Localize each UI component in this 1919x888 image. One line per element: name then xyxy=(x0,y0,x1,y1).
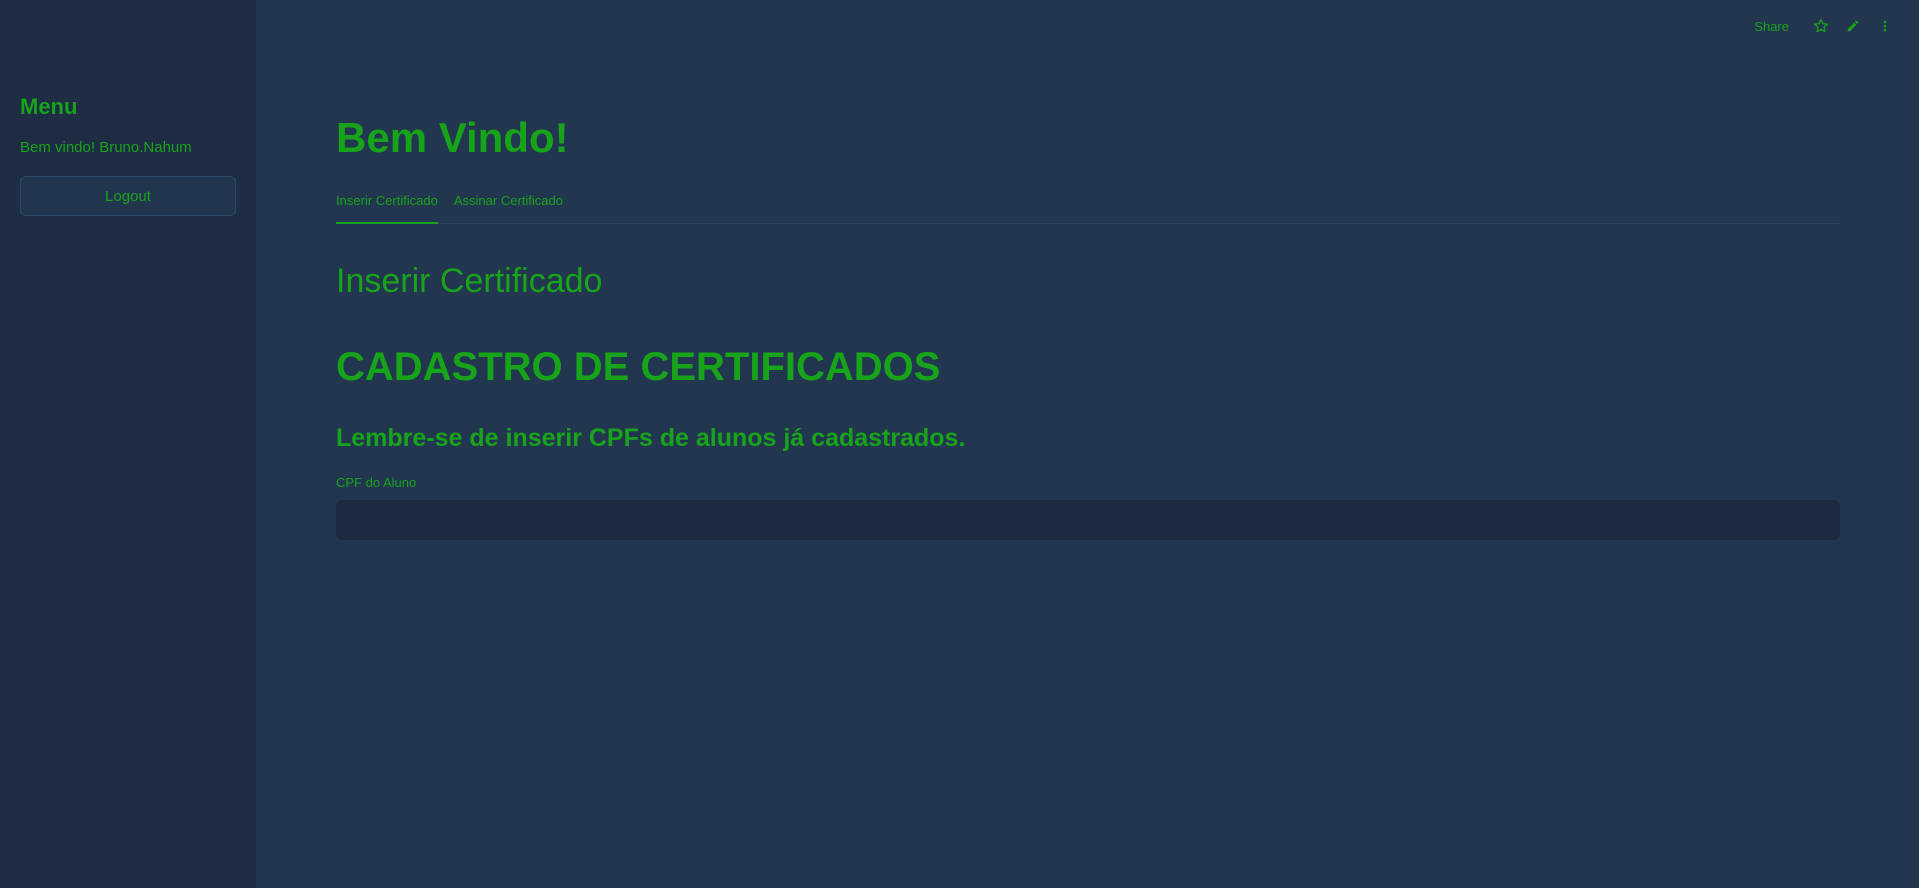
tab-inserir-certificado[interactable]: Inserir Certificado xyxy=(336,190,438,224)
tab-bar: Inserir Certificado Assinar Certificado xyxy=(336,190,1840,224)
logout-button[interactable]: Logout xyxy=(20,176,236,216)
form-title: CADASTRO DE CERTIFICADOS xyxy=(336,345,941,389)
app-window: Menu Bem vindo! Bruno.Nahum Logout Share… xyxy=(0,0,1919,888)
page-title: Bem Vindo! xyxy=(336,114,569,161)
welcome-message: Bem vindo! Bruno.Nahum xyxy=(20,139,192,156)
cpf-field-label: CPF do Aluno xyxy=(336,475,417,490)
pencil-icon[interactable] xyxy=(1837,14,1869,38)
main-content: Bem Vindo! Inserir Certificado Assinar C… xyxy=(336,0,1840,540)
sidebar-title: Menu xyxy=(20,94,78,119)
cpf-input[interactable] xyxy=(336,500,1840,540)
more-vert-icon[interactable] xyxy=(1869,14,1901,38)
sidebar: Menu Bem vindo! Bruno.Nahum Logout xyxy=(0,0,256,888)
section-title: Inserir Certificado xyxy=(336,262,603,300)
tab-assinar-certificado[interactable]: Assinar Certificado xyxy=(454,190,563,224)
form-subtitle: Lembre-se de inserir CPFs de alunos já c… xyxy=(336,424,966,452)
